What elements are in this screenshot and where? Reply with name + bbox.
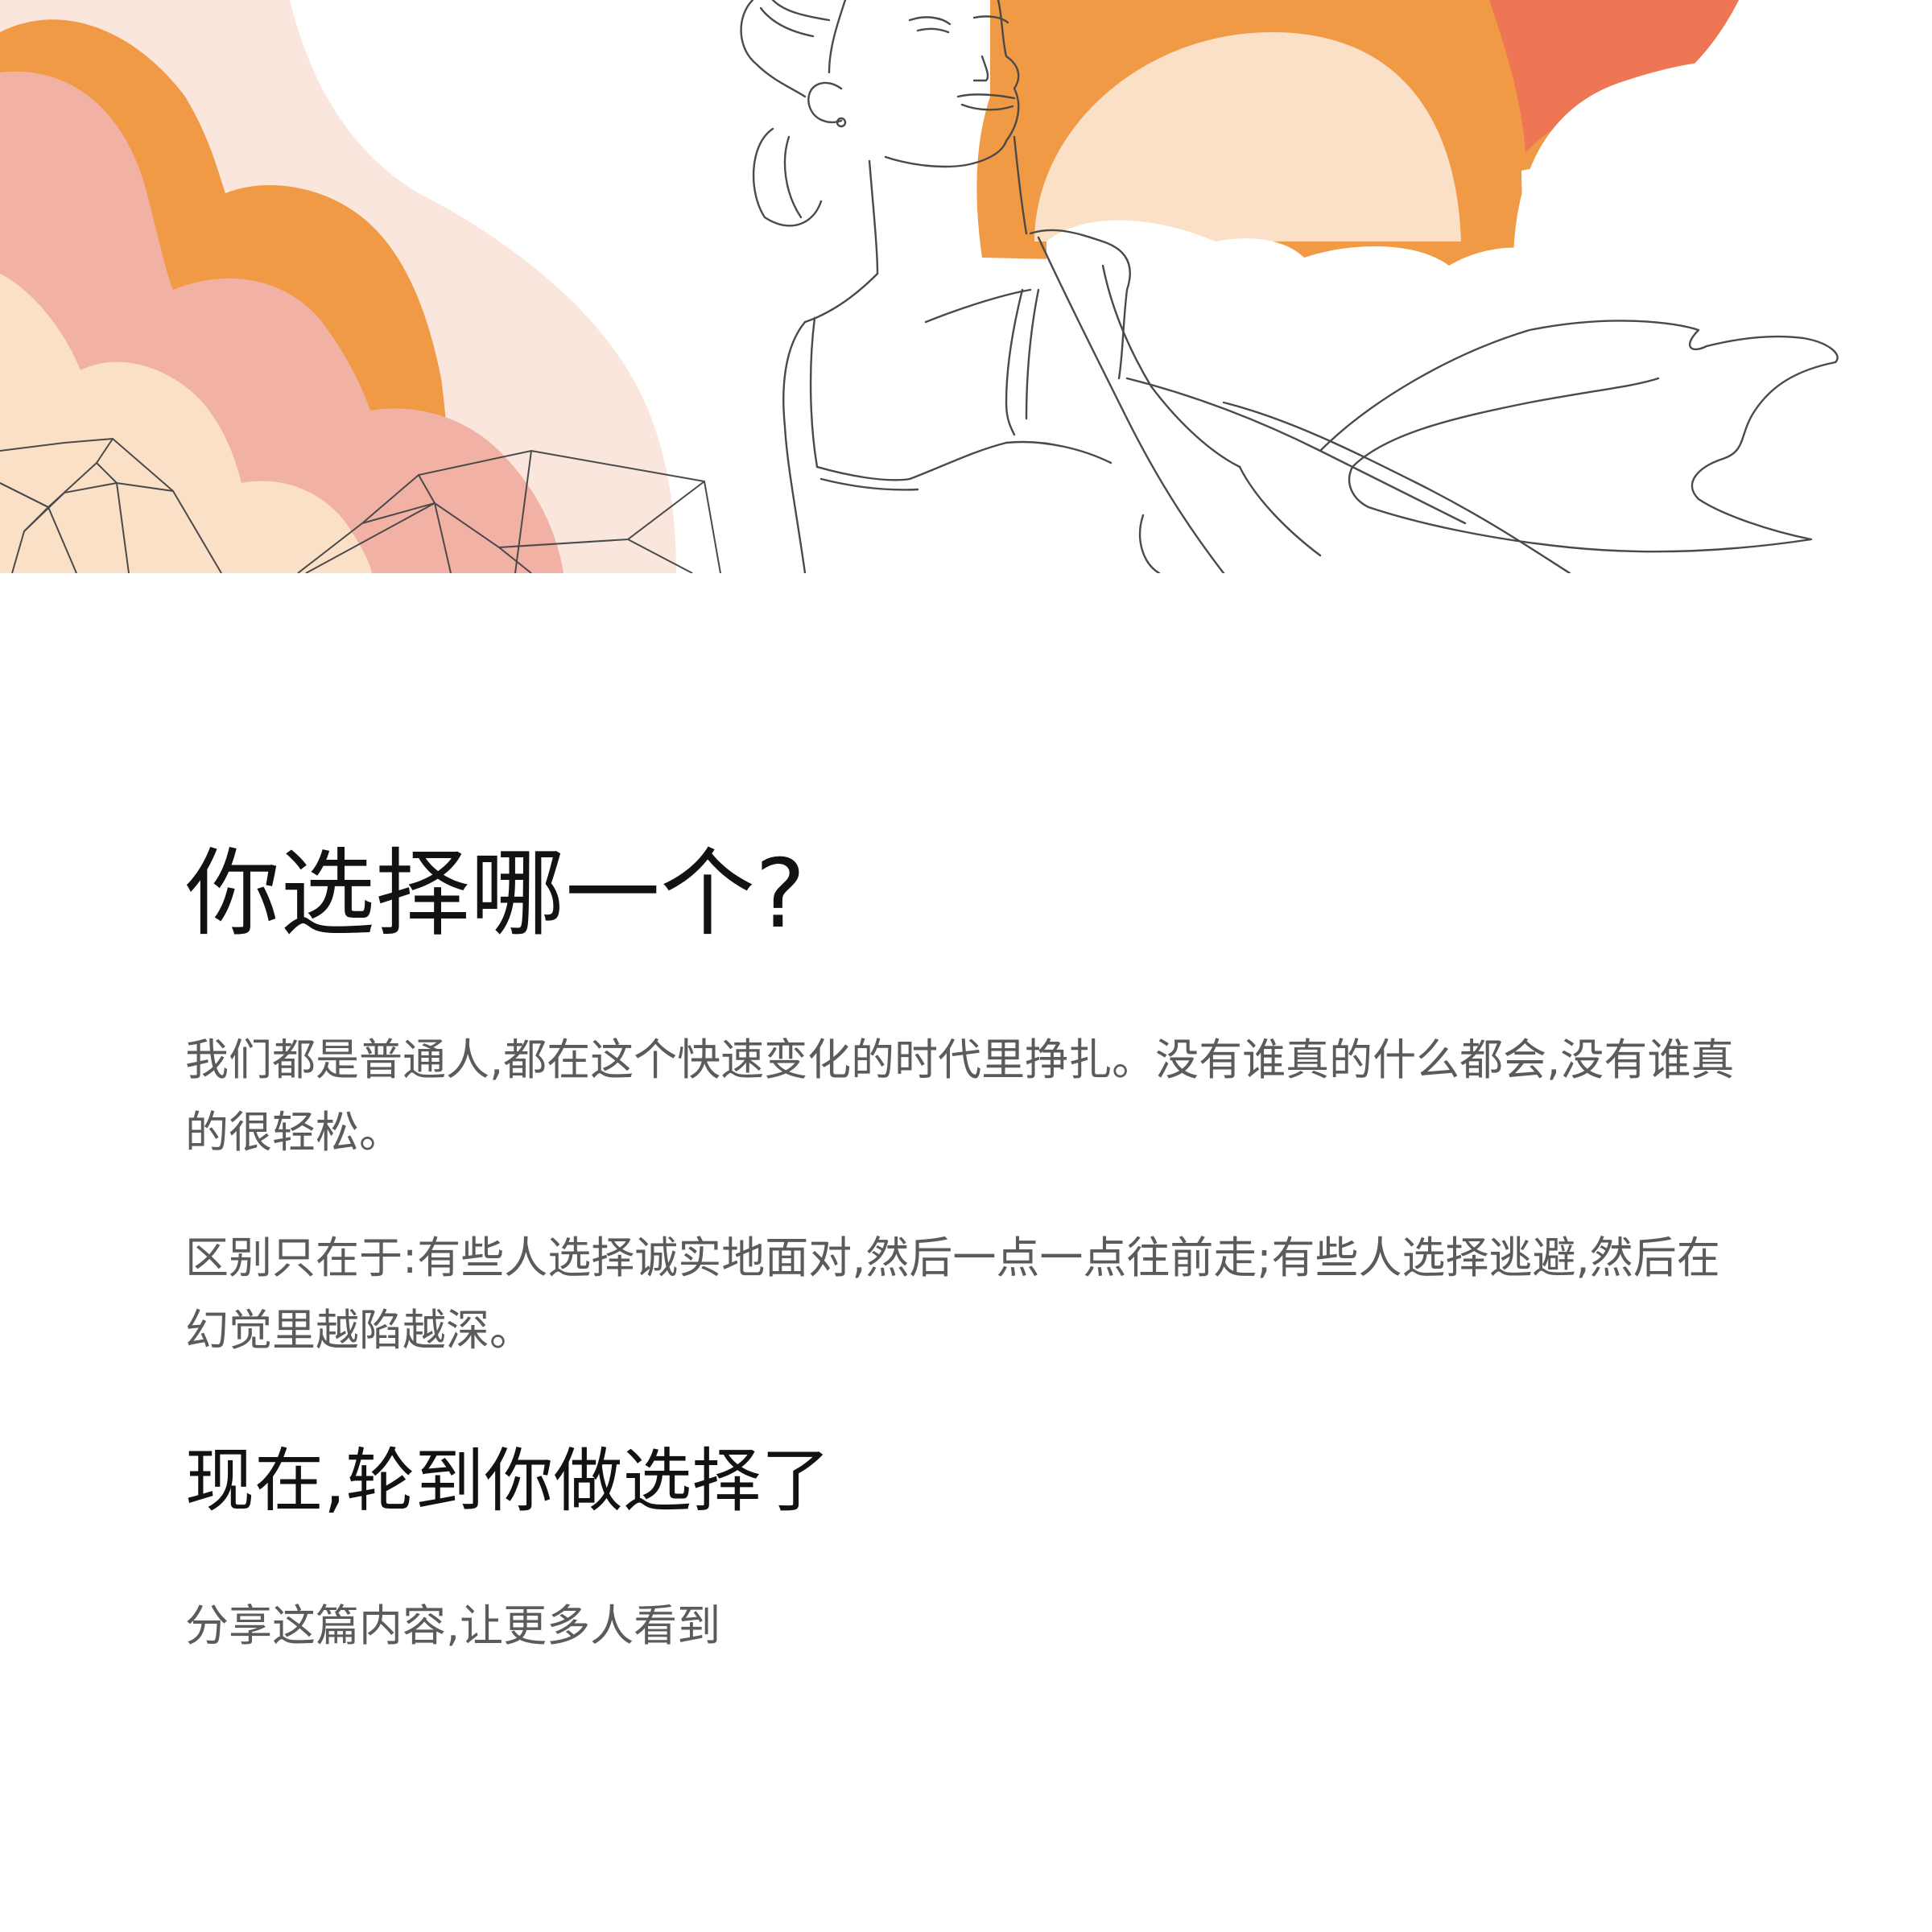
hero-illustration-svg	[0, 0, 1932, 573]
paragraph-2: 区别只在于:有些人选择诚实地面对,然后一点一点往前走;有些人选择逃避,然后在幻觉…	[185, 1232, 1720, 1356]
paragraph-1: 我们都是普通人,都在这个快速变化的时代里挣扎。没有谁真的什么都会,没有谁真的很轻…	[185, 1034, 1735, 1158]
share-text: 分享这篇内容,让更多人看到	[185, 1600, 721, 1651]
right-sun	[976, 0, 1932, 573]
left-clouds	[0, 0, 676, 573]
section-subtitle: 现在,轮到你做选择了	[185, 1441, 831, 1521]
page-title: 你选择哪一个?	[185, 838, 806, 949]
hero-illustration	[0, 0, 1932, 573]
